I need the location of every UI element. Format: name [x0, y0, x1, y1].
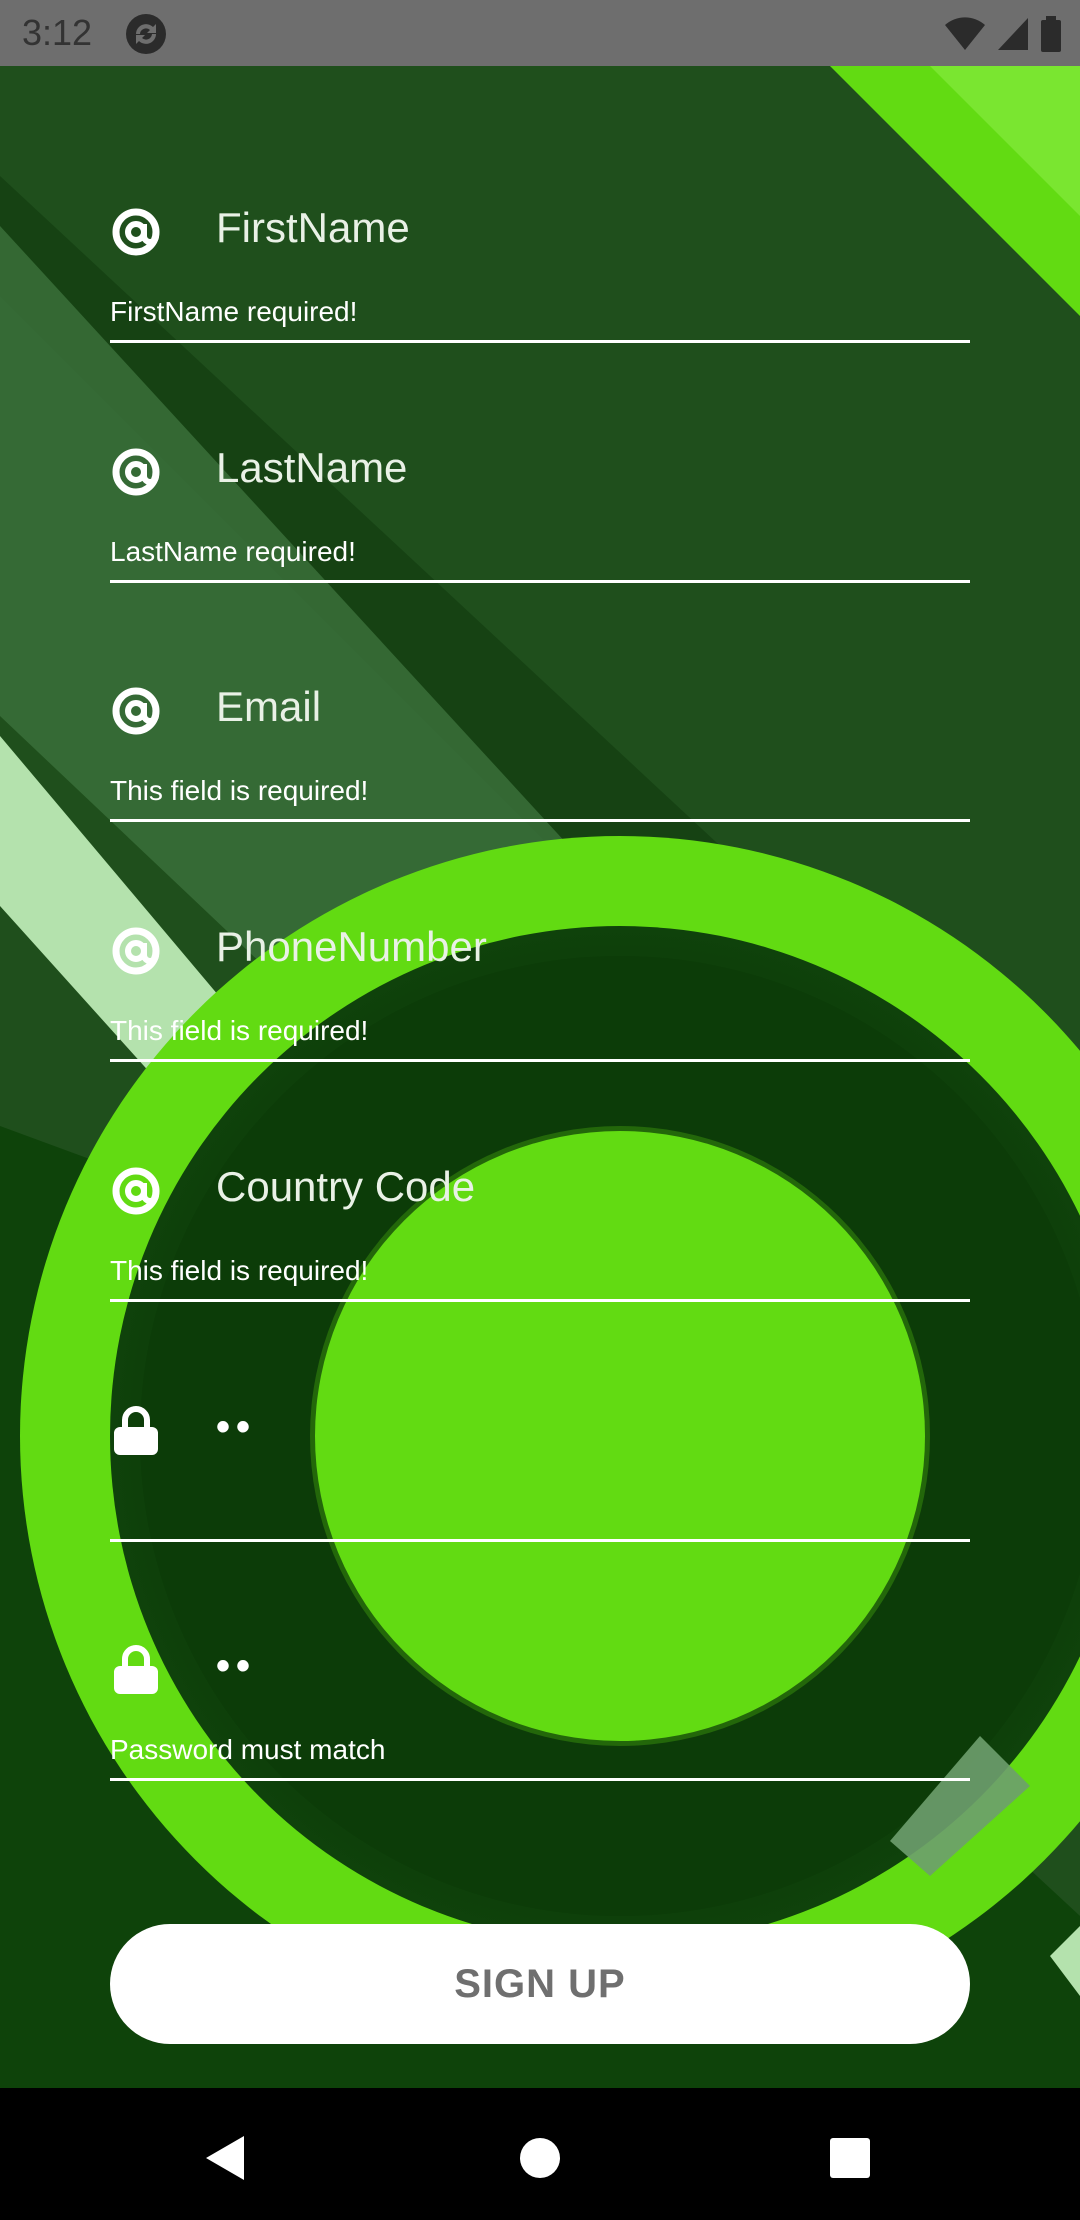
lock-icon	[114, 1645, 158, 1694]
confirm-password-error: Password must match	[110, 1734, 386, 1765]
last-name-label: LastName	[216, 444, 408, 491]
phone-number-field[interactable]: PhoneNumber This field is required!	[110, 865, 970, 1105]
at-icon	[112, 208, 160, 256]
country-code-error: This field is required!	[110, 1255, 369, 1286]
at-icon	[112, 1167, 160, 1215]
password-value: ••	[216, 1405, 257, 1449]
navigation-bar	[0, 2088, 1080, 2220]
first-name-label: FirstName	[216, 204, 410, 251]
confirm-password-value: ••	[216, 1644, 257, 1688]
field-underline	[110, 1778, 970, 1781]
field-underline	[110, 819, 970, 822]
email-label: Email	[216, 683, 322, 730]
field-underline	[110, 1539, 970, 1542]
sign-up-button[interactable]: SIGN UP	[110, 1924, 970, 2044]
password-field[interactable]: ••	[110, 1345, 970, 1585]
field-underline	[110, 340, 970, 343]
phone-number-label: PhoneNumber	[216, 923, 487, 970]
email-error: This field is required!	[110, 775, 369, 806]
at-icon	[112, 927, 160, 975]
confirm-password-field[interactable]: •• Password must match	[110, 1584, 970, 1824]
last-name-field[interactable]: LastName LastName required!	[110, 386, 970, 626]
status-bar: 3:12	[0, 0, 1080, 66]
first-name-field[interactable]: FirstName FirstName required!	[110, 146, 970, 386]
home-icon[interactable]	[510, 2128, 570, 2188]
signup-screen: FirstName FirstName required! LastName L…	[0, 66, 1080, 2088]
country-code-label: Country Code	[216, 1163, 476, 1210]
first-name-error: FirstName required!	[110, 296, 358, 327]
status-time: 3:12	[22, 12, 93, 53]
lock-icon	[114, 1406, 158, 1455]
battery-icon	[1041, 16, 1061, 52]
back-icon[interactable]	[196, 2128, 256, 2188]
email-field[interactable]: Email This field is required!	[110, 625, 970, 865]
recents-icon[interactable]	[820, 2128, 880, 2188]
field-underline	[110, 1059, 970, 1062]
status-indicators	[944, 12, 1062, 56]
at-icon	[112, 448, 160, 496]
country-code-field[interactable]: Country Code This field is required!	[110, 1105, 970, 1345]
last-name-error: LastName required!	[110, 536, 356, 567]
field-underline	[110, 580, 970, 583]
signal-icon	[998, 18, 1028, 50]
phone-number-error: This field is required!	[110, 1015, 369, 1046]
at-icon	[112, 687, 160, 735]
wifi-icon	[945, 17, 985, 50]
field-underline	[110, 1299, 970, 1302]
sync-icon	[126, 14, 166, 54]
